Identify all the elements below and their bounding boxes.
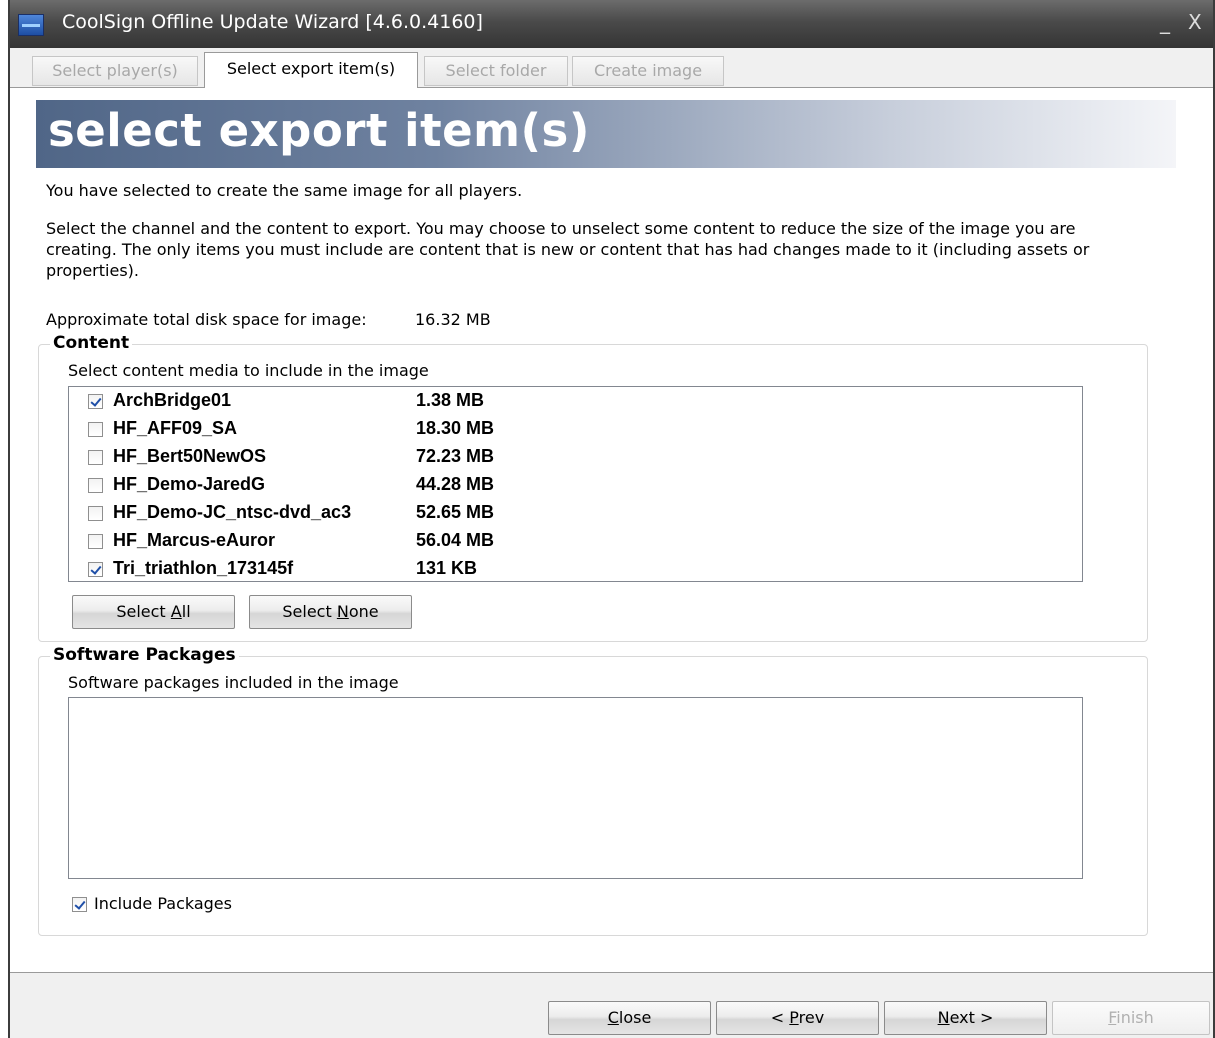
content-item-name: Tri_triathlon_173145f (113, 558, 294, 578)
content-list[interactable]: ArchBridge01 1.38 MB HF_AFF09_SA 18.30 MB HF… (68, 386, 1083, 582)
content-list-item[interactable]: HF_Demo-JC_ntsc-dvd_ac3 52.65 MB (69, 500, 1082, 528)
content-item-name: HF_AFF09_SA (113, 418, 238, 438)
include-packages-checkbox[interactable] (72, 897, 87, 912)
content-item-name: HF_Demo-JC_ntsc-dvd_ac3 (113, 502, 352, 522)
content-list-item[interactable]: HF_Bert50NewOS 72.23 MB (69, 444, 1082, 472)
title-bar[interactable]: CoolSign Offline Update Wizard [4.6.0.41… (10, 0, 1213, 48)
content-instruction: Select content media to include in the i… (68, 361, 429, 380)
prev-button[interactable]: < Prev (716, 1001, 879, 1035)
content-item-name: HF_Marcus-eAuror (113, 530, 276, 550)
tab-create-image[interactable]: Create image (572, 56, 724, 86)
disk-space-value: 16.32 MB (415, 310, 491, 329)
wizard-tabs: Select player(s) Select export item(s) S… (10, 52, 1213, 88)
content-list-item[interactable]: HF_Marcus-eAuror 56.04 MB (69, 528, 1082, 556)
content-item-checkbox[interactable] (88, 450, 103, 465)
description-text: Select the channel and the content to ex… (46, 219, 1090, 280)
software-group-title: Software Packages (50, 645, 239, 665)
tab-select-folder[interactable]: Select folder (424, 56, 568, 86)
content-item-name: HF_Demo-JaredG (113, 474, 266, 494)
select-none-button[interactable]: Select None (249, 595, 412, 629)
include-packages-label: Include Packages (94, 894, 232, 913)
software-instruction: Software packages included in the image (68, 673, 399, 692)
minimize-button[interactable]: _ (1160, 10, 1170, 34)
content-item-size: 131 KB (416, 558, 478, 578)
close-button[interactable]: Close (548, 1001, 711, 1035)
select-all-button[interactable]: Select All (72, 595, 235, 629)
disk-space-label: Approximate total disk space for image: (46, 310, 367, 329)
content-item-checkbox[interactable] (88, 562, 103, 577)
page-banner: select export item(s) (36, 100, 1176, 168)
content-item-name: ArchBridge01 (113, 390, 232, 410)
content-item-checkbox[interactable] (88, 506, 103, 521)
content-item-size: 56.04 MB (416, 530, 495, 550)
finish-button[interactable]: Finish (1052, 1001, 1210, 1035)
content-item-checkbox[interactable] (88, 422, 103, 437)
content-item-size: 1.38 MB (416, 390, 485, 410)
content-item-size: 18.30 MB (416, 418, 495, 438)
content-item-size: 44.28 MB (416, 474, 495, 494)
content-list-item[interactable]: ArchBridge01 1.38 MB (69, 388, 1082, 416)
software-packages-list[interactable] (68, 697, 1083, 879)
wizard-window: CoolSign Offline Update Wizard [4.6.0.41… (8, 0, 1215, 1038)
content-group-title: Content (50, 333, 133, 353)
tab-select-players[interactable]: Select player(s) (32, 56, 198, 86)
window-title: CoolSign Offline Update Wizard [4.6.0.41… (62, 11, 483, 33)
content-item-checkbox[interactable] (88, 478, 103, 493)
content-list-item[interactable]: HF_Demo-JaredG 44.28 MB (69, 472, 1082, 500)
tab-select-export-items[interactable]: Select export item(s) (204, 52, 418, 88)
content-item-size: 72.23 MB (416, 446, 495, 466)
content-item-name: HF_Bert50NewOS (113, 446, 267, 466)
app-icon (18, 14, 44, 36)
content-list-item[interactable]: Tri_triathlon_173145f 131 KB (69, 556, 1082, 584)
next-button[interactable]: Next > (884, 1001, 1047, 1035)
content-list-item[interactable]: HF_AFF09_SA 18.30 MB (69, 416, 1082, 444)
content-item-checkbox[interactable] (88, 534, 103, 549)
content-item-checkbox[interactable] (88, 394, 103, 409)
page-title: select export item(s) (48, 104, 590, 157)
content-item-size: 52.65 MB (416, 502, 495, 522)
close-window-button[interactable]: X (1188, 10, 1202, 34)
info-line: You have selected to create the same ima… (46, 181, 523, 200)
